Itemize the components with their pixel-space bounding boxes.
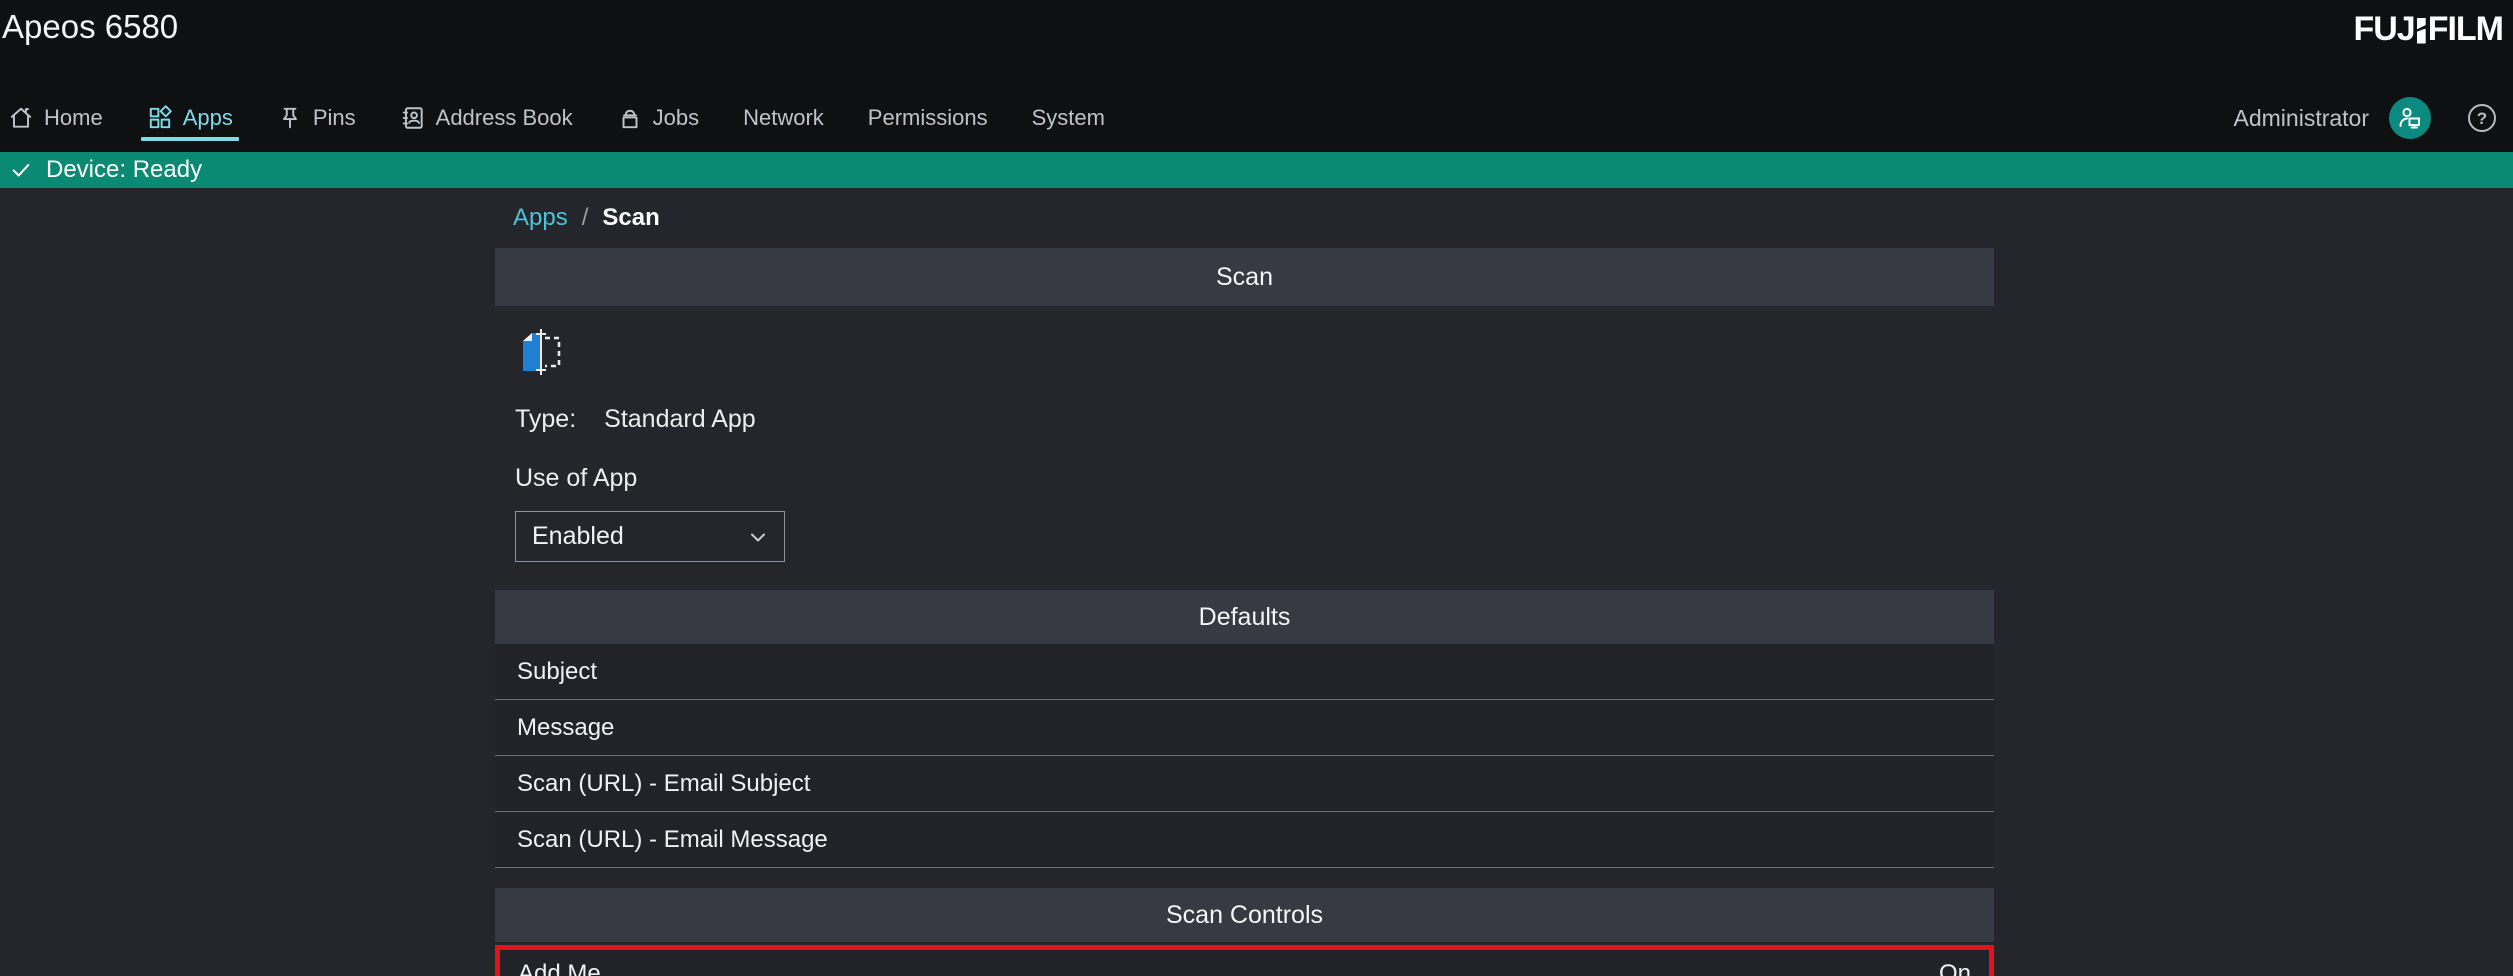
setting-row-message[interactable]: Message [495,700,1994,756]
device-status-text: Device: Ready [46,156,202,184]
breadcrumb: Apps / Scan [495,204,1994,232]
logged-in-user-label: Administrator [2234,105,2369,132]
jobs-icon [617,105,643,131]
nav-item-permissions[interactable]: Permissions [868,84,988,152]
nav-item-address-book[interactable]: Address Book [400,84,573,152]
scan-controls-section-title: Scan Controls [1166,901,1323,930]
add-me-setting-row[interactable]: Add Me On [495,945,1994,976]
administrator-account-button[interactable] [2389,97,2431,139]
fujifilm-logo-left: FUJ [2353,10,2414,49]
nav-item-label: Pins [313,105,356,131]
nav-item-home[interactable]: Home [8,84,103,152]
address-book-icon [400,105,426,131]
help-button[interactable]: ? [2467,103,2497,133]
nav-item-label: Network [743,105,824,131]
nav-item-system[interactable]: System [1032,84,1105,152]
device-title: Apeos 6580 [2,8,178,46]
breadcrumb-separator: / [582,204,589,232]
check-icon [10,159,32,181]
fujifilm-logo-right: FILM [2428,10,2503,49]
user-monitor-icon [2396,104,2424,132]
app-type-label: Type: [515,405,576,434]
settings-panel: Apps / Scan Scan Type: Standard App Use … [495,204,1994,976]
nav-item-network[interactable]: Network [743,84,824,152]
scan-section-title: Scan [1216,263,1273,292]
defaults-section-title: Defaults [1199,603,1291,632]
nav-item-pins[interactable]: Pins [277,84,356,152]
home-icon [8,105,34,131]
setting-row-label: Subject [517,658,597,686]
app-type-row: Type: Standard App [495,405,1994,434]
setting-row-scan-url-email-message[interactable]: Scan (URL) - Email Message [495,812,1994,868]
section-gap [495,868,1994,888]
app-type-value: Standard App [604,405,756,434]
main-content: Apps / Scan Scan Type: Standard App Use … [0,204,2513,976]
top-bar: Apeos 6580 FUJ FILM Home Apps Pins [0,0,2513,152]
scan-section-header: Scan [495,248,1994,306]
nav-item-jobs[interactable]: Jobs [617,84,699,152]
setting-row-label: Scan (URL) - Email Subject [517,770,810,798]
breadcrumb-current-page: Scan [602,204,659,232]
use-of-app-selected-value: Enabled [532,522,624,551]
fujifilm-logo: FUJ FILM [2353,10,2503,49]
scan-app-icon [515,328,571,376]
svg-text:?: ? [2477,109,2487,128]
nav-right-group: Administrator ? [2234,84,2497,152]
apps-grid-icon [147,105,173,131]
nav-item-label: Permissions [868,105,988,131]
help-question-icon: ? [2467,103,2497,133]
nav-item-label: Home [44,105,103,131]
main-nav: Home Apps Pins Address Book [0,84,2513,152]
use-of-app-dropdown[interactable]: Enabled [515,511,785,562]
setting-row-label: Scan (URL) - Email Message [517,826,828,854]
defaults-section-header: Defaults [495,590,1994,644]
setting-row-subject[interactable]: Subject [495,644,1994,700]
scan-controls-section-header: Scan Controls [495,888,1994,942]
use-of-app-label: Use of App [495,464,1994,493]
device-status-bar: Device: Ready [0,152,2513,188]
breadcrumb-apps-link[interactable]: Apps [513,204,568,232]
add-me-value: On [1939,960,1971,976]
chevron-down-icon [746,525,770,549]
pin-icon [277,105,303,131]
setting-row-label: Message [517,714,614,742]
nav-item-label: Apps [183,105,233,131]
nav-item-label: Address Book [436,105,573,131]
nav-item-label: Jobs [653,105,699,131]
nav-item-label: System [1032,105,1105,131]
defaults-row-list: Subject Message Scan (URL) - Email Subje… [495,644,1994,868]
nav-item-apps[interactable]: Apps [147,84,233,152]
fujifilm-logo-stylized-i [2417,18,2426,44]
setting-row-scan-url-email-subject[interactable]: Scan (URL) - Email Subject [495,756,1994,812]
add-me-label: Add Me [518,960,601,976]
